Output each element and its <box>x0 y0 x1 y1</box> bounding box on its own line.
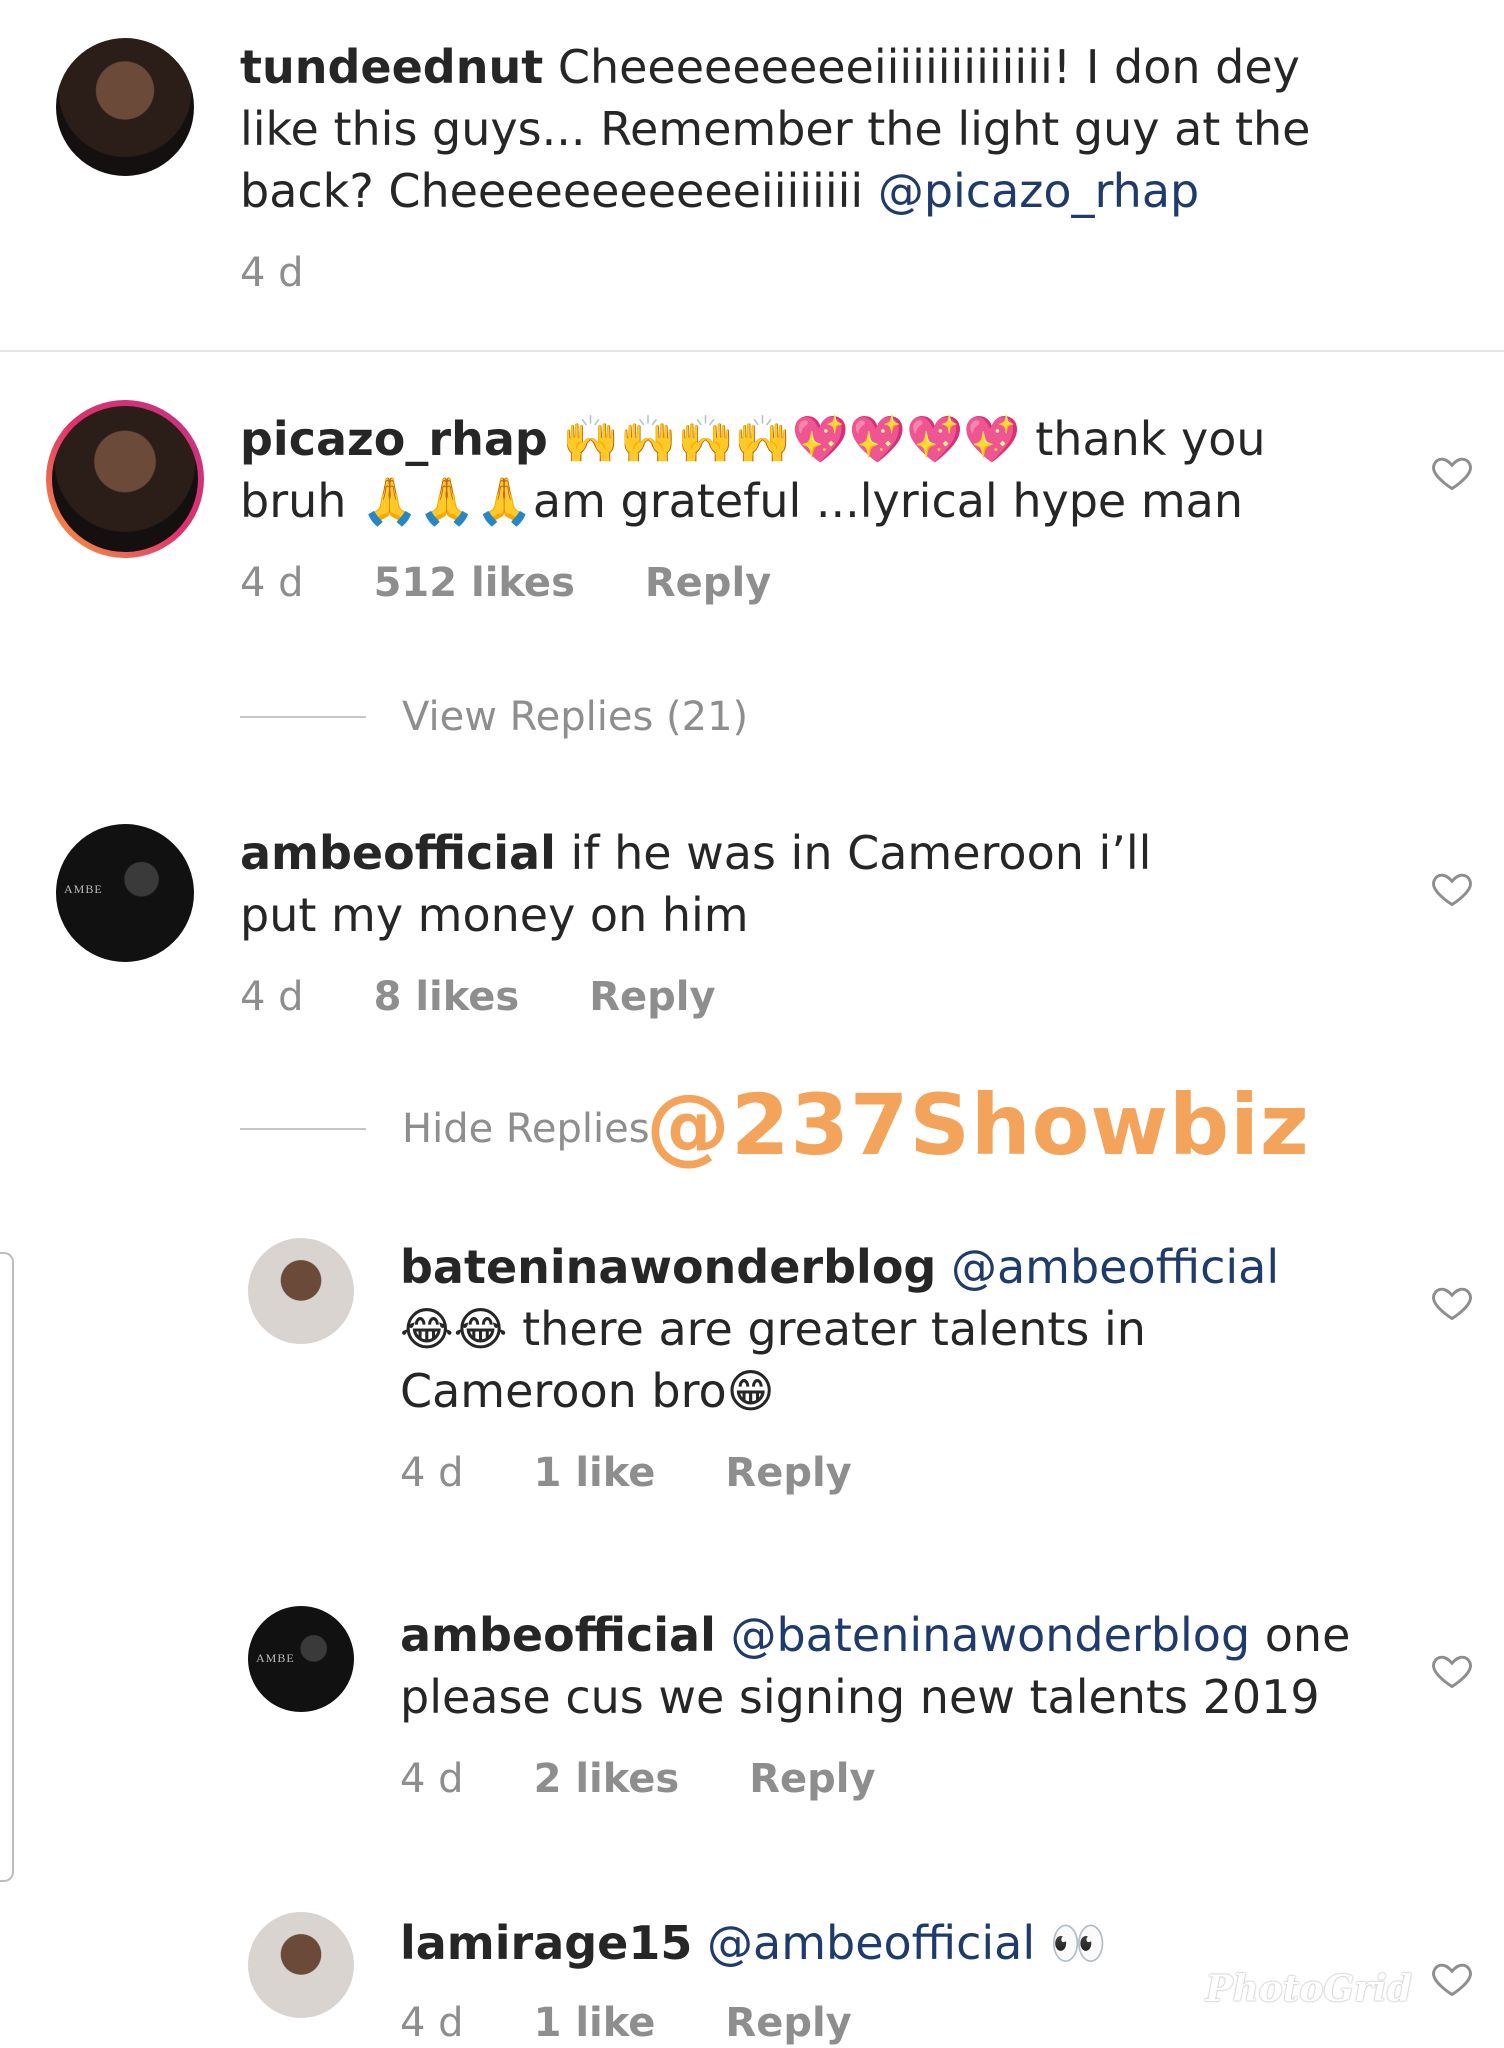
timestamp: 4 d <box>400 2000 464 2046</box>
hide-replies-toggle[interactable]: Hide Replies <box>240 1104 650 1154</box>
username-link[interactable]: tundeednut <box>240 40 543 94</box>
comment-body: am grateful ...lyrical hype man <box>532 474 1243 528</box>
hide-replies-label[interactable]: Hide Replies <box>402 1106 650 1152</box>
comment-body: bruh <box>240 474 347 528</box>
photogrid-watermark: PhotoGrid <box>1205 1968 1412 2010</box>
reply-body: Cameroon bro <box>400 1364 727 1418</box>
reply-text: lamirage15 @ambeofficial 👀 <box>400 1912 1400 1974</box>
likes-count[interactable]: 8 likes <box>374 974 520 1020</box>
avatar-bateninawonderblog[interactable] <box>248 1238 354 1344</box>
reply-meta: 4 d 2 likes Reply <box>400 1756 946 1802</box>
username-link[interactable]: ambeofficial <box>240 826 556 880</box>
reply-text: bateninawonderblog @ambeofficial 😂😂 ther… <box>400 1236 1400 1422</box>
mention-link[interactable]: @picazo_rhap <box>878 164 1199 218</box>
reply-button[interactable]: Reply <box>589 974 715 1020</box>
reply-meta: 4 d 1 like Reply <box>400 1450 922 1496</box>
comment-body: thank you <box>1035 412 1266 466</box>
avatar-ambeofficial[interactable]: AMBE <box>56 824 194 962</box>
mention-link[interactable]: @ambeofficial <box>951 1240 1279 1294</box>
divider <box>0 350 1504 352</box>
username-link[interactable]: picazo_rhap <box>240 412 548 466</box>
comment-meta: 4 d 8 likes Reply <box>240 974 786 1020</box>
username-link[interactable]: lamirage15 <box>400 1916 692 1970</box>
comment-meta: 4 d 512 likes Reply <box>240 560 841 606</box>
mention-link[interactable]: @bateninawonderblog <box>730 1608 1250 1662</box>
reply-button[interactable]: Reply <box>725 1450 851 1496</box>
reply-button[interactable]: Reply <box>645 560 771 606</box>
mention-link[interactable]: @ambeofficial <box>707 1916 1035 1970</box>
comment-text: picazo_rhap 🙌🙌🙌🙌💖💖💖💖 thank you bruh 🙏🙏🙏a… <box>240 408 1340 532</box>
emoji-eyes: 👀 <box>1049 1916 1108 1970</box>
username-link[interactable]: ambeofficial <box>400 1608 716 1662</box>
emoji-hands-hearts: 🙌🙌🙌🙌💖💖💖💖 <box>562 412 1021 466</box>
comment-text: tundeednut Cheeeeeeeeeiiiiiiiiiiiiii! I … <box>240 36 1380 222</box>
view-replies-label[interactable]: View Replies (21) <box>402 694 748 740</box>
heart-icon[interactable] <box>1430 866 1474 910</box>
heart-icon[interactable] <box>1430 450 1474 494</box>
comment-meta: 4 d <box>240 250 374 296</box>
likes-count[interactable]: 1 like <box>534 1450 656 1496</box>
heart-icon[interactable] <box>1430 1956 1474 2000</box>
likes-count[interactable]: 1 like <box>534 2000 656 2046</box>
emoji-laughing: 😂😂 <box>400 1302 508 1356</box>
reply-text: ambeofficial @bateninawonderblog one ple… <box>400 1604 1400 1728</box>
likes-count[interactable]: 512 likes <box>374 560 575 606</box>
reply-button[interactable]: Reply <box>725 2000 851 2046</box>
avatar-picazo-rhap[interactable] <box>46 400 204 558</box>
timestamp: 4 d <box>240 250 304 296</box>
divider-line <box>240 1128 366 1130</box>
timestamp: 4 d <box>400 1450 464 1496</box>
emoji-pray: 🙏🙏🙏 <box>361 474 533 528</box>
username-link[interactable]: bateninawonderblog <box>400 1240 936 1294</box>
likes-count[interactable]: 2 likes <box>534 1756 680 1802</box>
thread-indicator <box>0 1252 14 1882</box>
timestamp: 4 d <box>400 1756 464 1802</box>
reply-body: there are greater talents in <box>522 1302 1146 1356</box>
timestamp: 4 d <box>240 560 304 606</box>
emoji-grin: 😁 <box>726 1364 775 1418</box>
avatar-lamirage15[interactable] <box>248 1912 354 2018</box>
watermark-237showbiz: @237Showbiz <box>646 1076 1310 1174</box>
timestamp: 4 d <box>240 974 304 1020</box>
reply-meta: 4 d 1 like Reply <box>400 2000 922 2046</box>
heart-icon[interactable] <box>1430 1280 1474 1324</box>
reply-button[interactable]: Reply <box>749 1756 875 1802</box>
avatar-brand-logo: AMBE <box>256 1650 295 1665</box>
avatar-brand-logo: AMBE <box>64 881 103 896</box>
avatar-ambeofficial[interactable]: AMBE <box>248 1606 354 1712</box>
avatar-tundeednut[interactable] <box>56 38 194 176</box>
divider-line <box>240 716 366 718</box>
view-replies-toggle[interactable]: View Replies (21) <box>240 692 748 742</box>
heart-icon[interactable] <box>1430 1648 1474 1692</box>
comment-text: ambeofficial if he was in Cameroon i’ll … <box>240 822 1240 946</box>
